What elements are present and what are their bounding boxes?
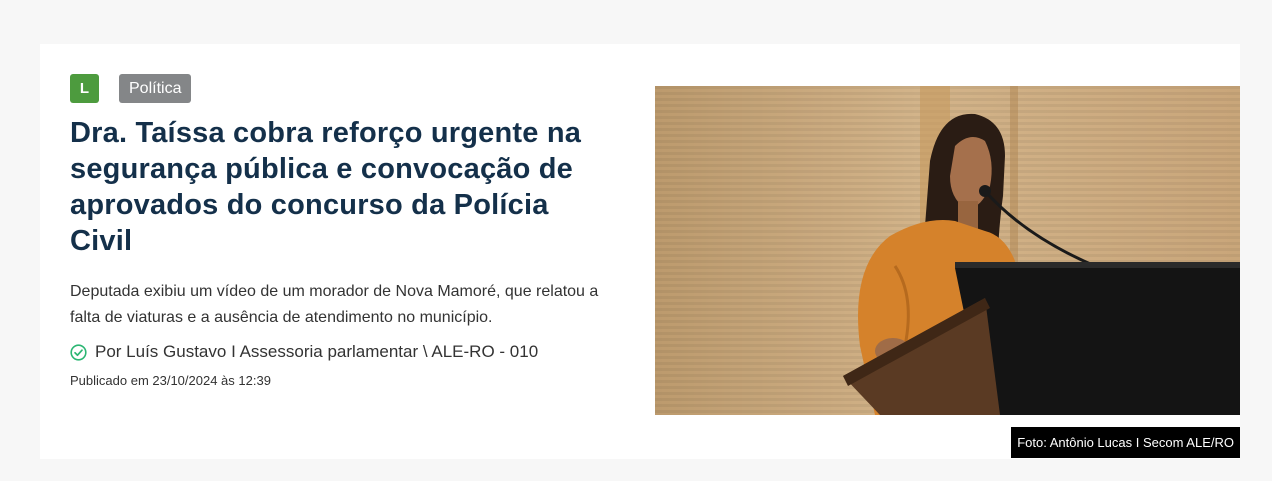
photo-illustration	[655, 86, 1240, 415]
check-circle-icon	[70, 343, 87, 361]
author-name: Por Luís Gustavo I Assessoria parlamenta…	[95, 342, 539, 361]
article-text-column: L Política Dra. Taíssa cobra reforço urg…	[70, 74, 600, 388]
photo-caption: Foto: Antônio Lucas I Secom ALE/RO	[1011, 427, 1240, 458]
tags-row: L Política	[70, 74, 600, 103]
author-byline: Por Luís Gustavo I Assessoria parlamenta…	[70, 342, 600, 362]
article-summary: Deputada exibiu um vídeo de um morador d…	[70, 283, 599, 326]
section-letter-badge[interactable]: L	[70, 74, 99, 103]
article-title[interactable]: Dra. Taíssa cobra reforço urgente na seg…	[70, 115, 600, 259]
article-photo[interactable]	[655, 86, 1240, 415]
published-date: Publicado em 23/10/2024 às 12:39	[70, 373, 271, 388]
article-card: L Política Dra. Taíssa cobra reforço urg…	[40, 44, 1240, 459]
category-tag[interactable]: Política	[119, 74, 192, 103]
